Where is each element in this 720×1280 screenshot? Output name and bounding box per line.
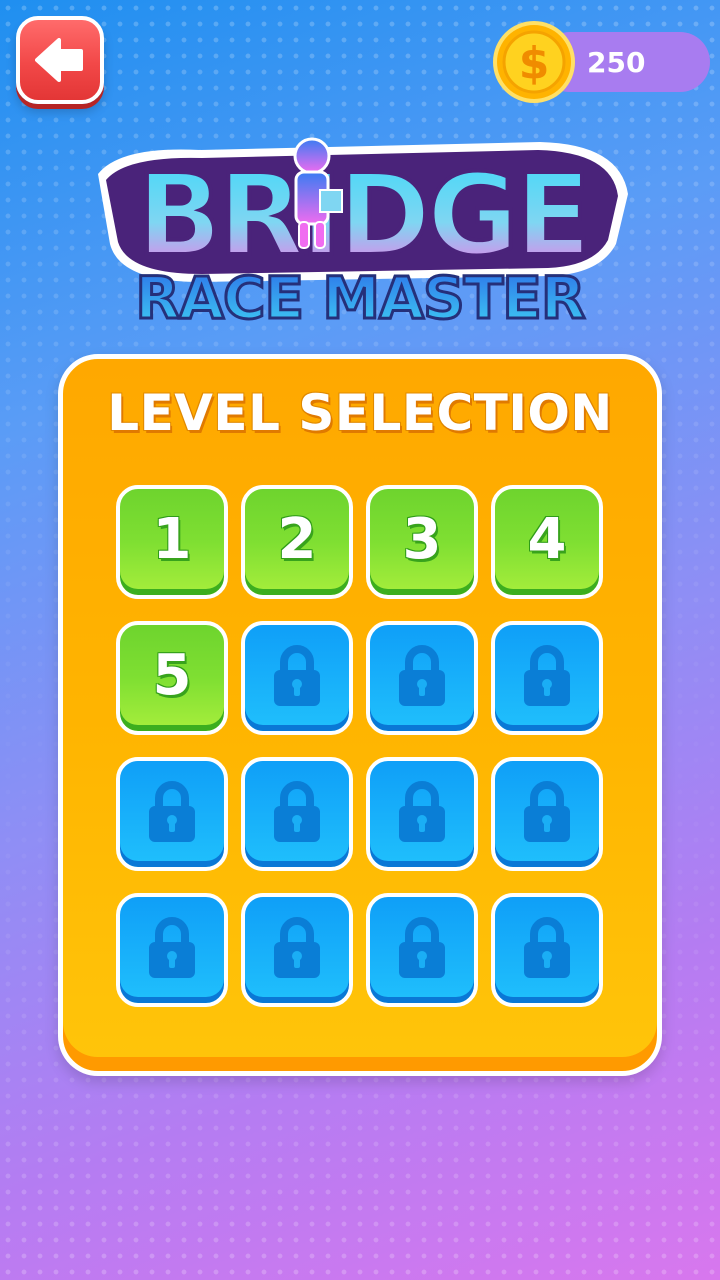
level-tile-11[interactable]: [366, 757, 478, 871]
lock-icon: [274, 645, 320, 706]
level-number: 4: [527, 506, 567, 572]
lock-icon: [524, 781, 570, 842]
level-tile-13[interactable]: [116, 893, 228, 1007]
logo-subtitle: RACE MASTER: [135, 264, 584, 332]
level-tile-1[interactable]: 1: [116, 485, 228, 599]
level-number: 2: [277, 506, 317, 572]
dollar-coin-icon: $: [493, 21, 575, 103]
lock-icon: [274, 917, 320, 978]
arrow-left-icon: [35, 38, 83, 82]
coin-count: 250: [587, 46, 646, 79]
level-tile-8[interactable]: [491, 621, 603, 735]
lock-icon: [399, 781, 445, 842]
panel-title: LEVEL SELECTION: [107, 384, 613, 442]
level-tile-14[interactable]: [241, 893, 353, 1007]
game-logo: BRIDGE RACE MASTER: [98, 137, 628, 334]
level-tile-5[interactable]: 5: [116, 621, 228, 735]
level-tile-15[interactable]: [366, 893, 478, 1007]
level-number: 3: [402, 506, 442, 572]
level-number: 5: [152, 642, 192, 708]
lock-icon: [524, 645, 570, 706]
lock-icon: [399, 645, 445, 706]
lock-icon: [149, 917, 195, 978]
level-number: 1: [152, 506, 192, 572]
lock-icon: [149, 781, 195, 842]
level-tile-6[interactable]: [241, 621, 353, 735]
svg-text:$: $: [519, 38, 550, 89]
lock-icon: [399, 917, 445, 978]
level-tile-12[interactable]: [491, 757, 603, 871]
back-button[interactable]: [16, 16, 104, 104]
logo-title: BRIDGE: [137, 151, 588, 281]
level-tile-7[interactable]: [366, 621, 478, 735]
lock-icon: [524, 917, 570, 978]
level-tile-16[interactable]: [491, 893, 603, 1007]
level-tile-3[interactable]: 3: [366, 485, 478, 599]
level-tile-2[interactable]: 2: [241, 485, 353, 599]
lock-icon: [274, 781, 320, 842]
level-tile-4[interactable]: 4: [491, 485, 603, 599]
level-tile-10[interactable]: [241, 757, 353, 871]
level-tile-9[interactable]: [116, 757, 228, 871]
